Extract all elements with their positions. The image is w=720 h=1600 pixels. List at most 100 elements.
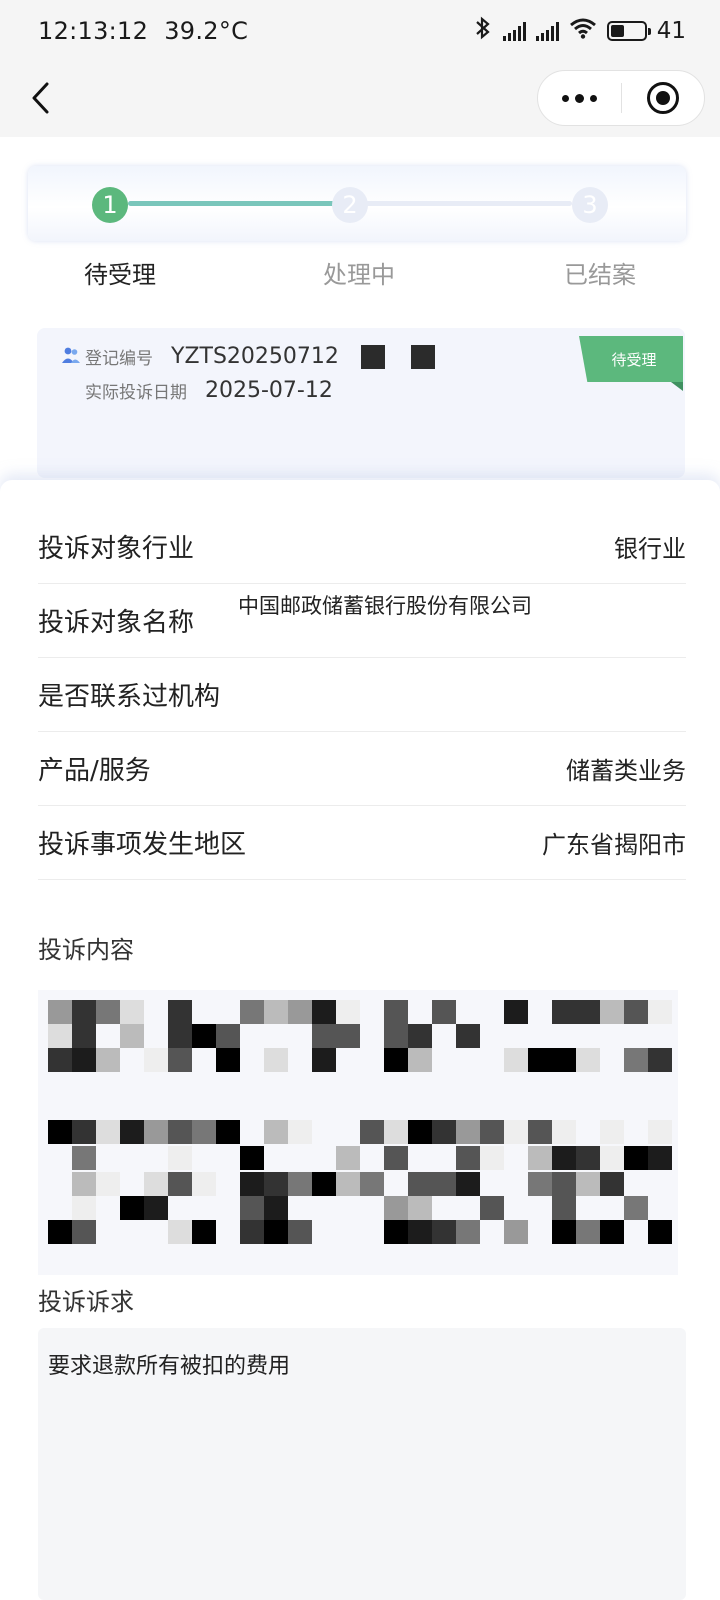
- step-2-dot: 2: [332, 187, 368, 223]
- mosaic-pixel: [432, 1220, 456, 1244]
- step-1-label: 待受理: [84, 261, 156, 289]
- mosaic-pixel: [264, 1196, 288, 1220]
- mosaic-pixel: [432, 1000, 456, 1024]
- mosaic-pixel: [336, 1172, 360, 1196]
- mosaic-pixel: [384, 1000, 408, 1024]
- mosaic-pixel: [96, 1048, 120, 1072]
- request-section-title: 投诉诉求: [38, 1288, 134, 1316]
- mosaic-pixel: [264, 1048, 288, 1072]
- mosaic-pixel: [648, 1146, 672, 1170]
- more-dots-icon: [559, 93, 600, 103]
- mosaic-pixel: [600, 1220, 624, 1244]
- mosaic-pixel: [528, 1172, 552, 1196]
- mosaic-pixel: [600, 1120, 624, 1144]
- mosaic-pixel: [72, 1146, 96, 1170]
- mosaic-pixel: [480, 1120, 504, 1144]
- mosaic-pixel: [504, 1120, 528, 1144]
- more-button[interactable]: [538, 71, 621, 125]
- mosaic-pixel: [456, 1120, 480, 1144]
- mosaic-pixel: [552, 1000, 576, 1024]
- detail-key: 投诉事项发生地区: [38, 830, 247, 860]
- detail-row-contacted: 是否联系过机构: [38, 658, 686, 732]
- mosaic-pixel: [192, 1024, 216, 1048]
- wifi-icon: [569, 17, 597, 45]
- mosaic-pixel: [264, 1120, 288, 1144]
- step-line-2: [366, 201, 572, 206]
- request-text: 要求退款所有被扣的费用: [48, 1354, 291, 1379]
- people-icon: [61, 345, 81, 369]
- detail-row-industry: 投诉对象行业 银行业: [38, 510, 686, 584]
- mosaic-pixel: [408, 1196, 432, 1220]
- request-text-box: 要求退款所有被扣的费用: [38, 1328, 686, 1600]
- step-2-label: 处理中: [323, 261, 395, 289]
- mosaic-pixel: [648, 1220, 672, 1244]
- mosaic-pixel: [120, 1024, 144, 1048]
- complaint-content-redacted: [38, 990, 678, 1275]
- mosaic-pixel: [288, 1000, 312, 1024]
- mosaic-pixel: [600, 1146, 624, 1170]
- mosaic-pixel: [168, 1000, 192, 1024]
- mosaic-pixel: [408, 1024, 432, 1048]
- mosaic-pixel: [48, 1000, 72, 1024]
- mosaic-pixel: [72, 1172, 96, 1196]
- detail-key: 产品/服务: [38, 756, 151, 786]
- mosaic-pixel: [384, 1024, 408, 1048]
- mosaic-pixel: [456, 1024, 480, 1048]
- mosaic-pixel: [96, 1172, 120, 1196]
- temperature: 39.2°C: [164, 17, 249, 45]
- complaint-date-row: 实际投诉日期 2025-07-12: [85, 378, 333, 403]
- mosaic-pixel: [576, 1172, 600, 1196]
- mosaic-pixel: [144, 1048, 168, 1072]
- mosaic-pixel: [144, 1120, 168, 1144]
- mosaic-pixel: [264, 1220, 288, 1244]
- mosaic-pixel: [48, 1120, 72, 1144]
- nav-bar: [0, 62, 720, 137]
- mosaic-pixel: [360, 1172, 384, 1196]
- detail-value: 中国邮政储蓄银行股份有限公司: [238, 594, 532, 618]
- mini-program-capsule: [537, 70, 705, 126]
- mosaic-pixel: [144, 1196, 168, 1220]
- mosaic-pixel: [624, 1000, 648, 1024]
- registration-number-label: 登记编号: [85, 349, 153, 369]
- mosaic-pixel: [576, 1048, 600, 1072]
- mosaic-pixel: [264, 1172, 288, 1196]
- mosaic-pixel: [624, 1048, 648, 1072]
- detail-row-company: 投诉对象名称 中国邮政储蓄银行股份有限公司: [38, 584, 686, 658]
- redaction-block: [410, 344, 435, 369]
- mosaic-pixel: [120, 1196, 144, 1220]
- detail-row-region: 投诉事项发生地区 广东省揭阳市: [38, 806, 686, 880]
- mosaic-pixel: [72, 1120, 96, 1144]
- mosaic-pixel: [528, 1146, 552, 1170]
- mosaic-pixel: [96, 1120, 120, 1144]
- registration-number-row: 登记编号 YZTS20250712: [61, 344, 435, 369]
- mosaic-pixel: [264, 1000, 288, 1024]
- mosaic-pixel: [216, 1024, 240, 1048]
- mosaic-pixel: [552, 1172, 576, 1196]
- mosaic-pixel: [168, 1146, 192, 1170]
- mosaic-pixel: [408, 1172, 432, 1196]
- mosaic-pixel: [360, 1120, 384, 1144]
- mosaic-pixel: [600, 1000, 624, 1024]
- mosaic-pixel: [456, 1146, 480, 1170]
- back-button[interactable]: [20, 78, 60, 118]
- step-3-label: 已结案: [564, 261, 636, 289]
- mosaic-pixel: [240, 1172, 264, 1196]
- close-button[interactable]: [622, 71, 705, 125]
- mosaic-pixel: [288, 1172, 312, 1196]
- mosaic-pixel: [384, 1048, 408, 1072]
- mosaic-pixel: [648, 1048, 672, 1072]
- step-line-1: [128, 201, 335, 206]
- mosaic-pixel: [504, 1220, 528, 1244]
- mosaic-pixel: [456, 1172, 480, 1196]
- mosaic-pixel: [336, 1146, 360, 1170]
- mosaic-pixel: [144, 1172, 168, 1196]
- detail-value: 广东省揭阳市: [542, 831, 686, 859]
- signal-icon: [535, 21, 559, 41]
- mosaic-pixel: [576, 1220, 600, 1244]
- mosaic-pixel: [408, 1048, 432, 1072]
- mosaic-pixel: [72, 1220, 96, 1244]
- mosaic-pixel: [384, 1220, 408, 1244]
- mosaic-pixel: [192, 1172, 216, 1196]
- mosaic-pixel: [168, 1048, 192, 1072]
- mosaic-pixel: [384, 1146, 408, 1170]
